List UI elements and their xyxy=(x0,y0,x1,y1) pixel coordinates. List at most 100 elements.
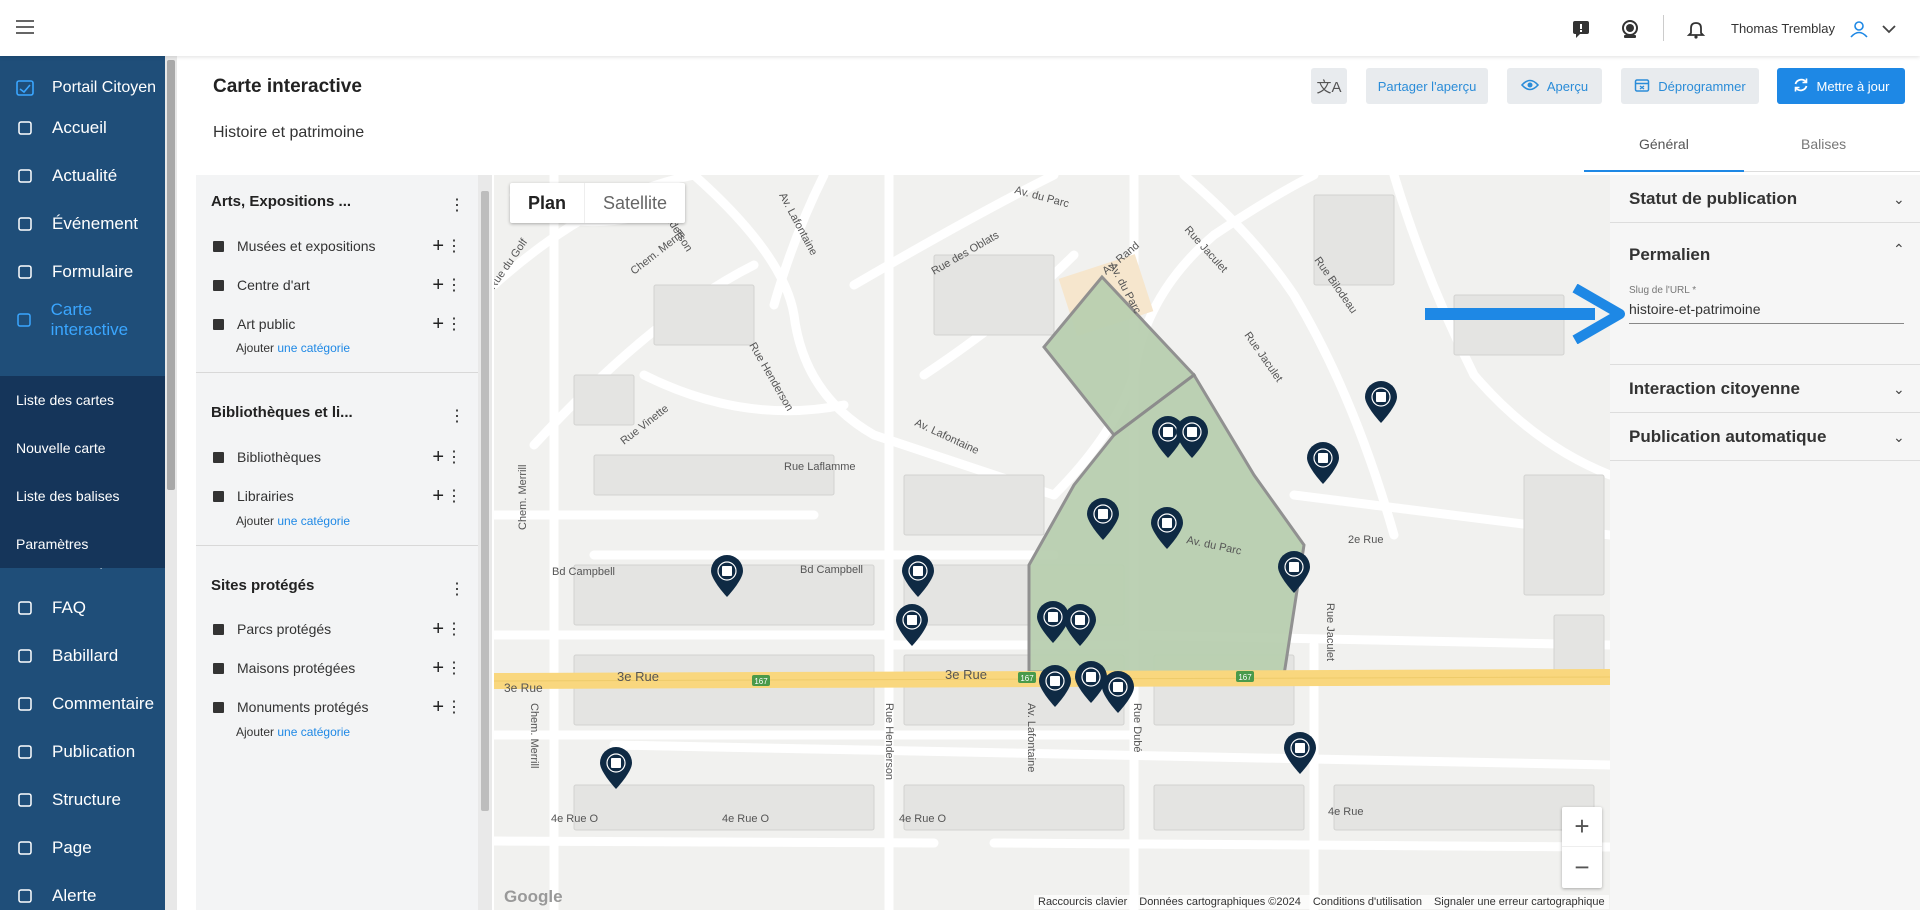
keyboard-shortcuts-link[interactable]: Raccourcis clavier xyxy=(1038,896,1127,908)
user-icon[interactable] xyxy=(1848,18,1870,40)
map-marker-museum-icon[interactable] xyxy=(598,746,634,790)
map-marker-museum-icon[interactable] xyxy=(1276,550,1312,594)
menu-icon[interactable] xyxy=(16,20,34,34)
add-category-link[interactable]: une catégorie xyxy=(277,341,350,355)
category-item[interactable]: Bibliothèques + ⋮ xyxy=(211,445,466,469)
add-tag-button[interactable]: + xyxy=(432,447,444,467)
unschedule-button[interactable]: Déprogrammer xyxy=(1621,68,1759,104)
message-alert-icon[interactable] xyxy=(1571,18,1593,40)
support-agent-icon[interactable] xyxy=(1619,18,1641,40)
category-item-menu-icon[interactable]: ⋮ xyxy=(446,447,462,467)
category-item[interactable]: Musées et expositions + ⋮ xyxy=(211,234,466,258)
tab-tags[interactable]: Balises xyxy=(1801,136,1846,152)
preview-button[interactable]: Aperçu xyxy=(1507,68,1602,104)
sidebar-subitem-0[interactable]: Liste des cartes xyxy=(0,376,165,424)
sidebar-item-carte-interactive[interactable]: Carte interactive xyxy=(0,296,165,344)
sidebar-subitem-3[interactable]: Paramètres xyxy=(0,520,165,568)
map-marker-globe-icon[interactable] xyxy=(1062,603,1098,647)
sidebar-item-page[interactable]: Page xyxy=(0,824,165,872)
add-tag-button[interactable]: + xyxy=(432,486,444,506)
add-category-prefix: Ajouter xyxy=(236,514,275,528)
update-button[interactable]: Mettre à jour xyxy=(1777,68,1905,104)
svg-text:Chem. Merrill: Chem. Merrill xyxy=(528,703,540,768)
category-item-menu-icon[interactable]: ⋮ xyxy=(446,486,462,506)
sidebar-item-actualit-[interactable]: Actualité xyxy=(0,152,165,200)
category-group-menu-icon[interactable]: ⋮ xyxy=(449,195,465,215)
chevron-down-icon[interactable] xyxy=(1878,18,1900,40)
sidebar-item-publication[interactable]: Publication xyxy=(0,728,165,776)
sidebar-brand-label: Portail Citoyen xyxy=(52,79,157,96)
category-item[interactable]: Centre d'art + ⋮ xyxy=(211,273,466,297)
map-marker-music-note-icon[interactable] xyxy=(1085,497,1121,541)
map-marker-easel-icon[interactable] xyxy=(1174,415,1210,459)
category-item-menu-icon[interactable]: ⋮ xyxy=(446,658,462,678)
sidebar-item-commentaire[interactable]: Commentaire xyxy=(0,680,165,728)
add-tag-button[interactable]: + xyxy=(432,314,444,334)
add-tag-button[interactable]: + xyxy=(432,236,444,256)
sidebar-item--v-nement[interactable]: Événement xyxy=(0,200,165,248)
sidebar-item-formulaire[interactable]: Formulaire xyxy=(0,248,165,296)
categories-scrollbar[interactable] xyxy=(478,175,492,910)
svg-text:4e Rue O: 4e Rue O xyxy=(899,813,947,825)
map-marker-globe-icon[interactable] xyxy=(1149,506,1185,550)
map-marker-museum-icon[interactable] xyxy=(894,603,930,647)
map-marker-house-icon[interactable] xyxy=(1037,664,1073,708)
svg-text:167: 167 xyxy=(1238,673,1252,682)
tab-general[interactable]: Général xyxy=(1639,136,1689,152)
slug-input[interactable]: histoire-et-patrimoine xyxy=(1629,301,1761,317)
map-marker-easel-icon[interactable] xyxy=(1282,731,1318,775)
svg-text:4e Rue O: 4e Rue O xyxy=(551,813,599,825)
sidebar-item-accueil[interactable]: Accueil xyxy=(0,104,165,152)
bell-icon[interactable] xyxy=(1685,18,1707,40)
add-category-link[interactable]: une catégorie xyxy=(277,725,350,739)
add-tag-button[interactable]: + xyxy=(432,697,444,717)
report-error-link[interactable]: Signaler une erreur cartographique xyxy=(1434,896,1605,908)
category-item-menu-icon[interactable]: ⋮ xyxy=(446,314,462,334)
translate-button[interactable]: 文A xyxy=(1311,68,1347,104)
accordion-publication-status[interactable]: Statut de publication ⌄ xyxy=(1610,175,1920,223)
category-item-menu-icon[interactable]: ⋮ xyxy=(446,275,462,295)
monument-icon xyxy=(211,700,225,714)
sidebar-item-babillard[interactable]: Babillard xyxy=(0,632,165,680)
add-category-link[interactable]: une catégorie xyxy=(277,514,350,528)
map-marker-music-note-icon[interactable] xyxy=(900,554,936,598)
sidebar-subitem-1[interactable]: Nouvelle carte xyxy=(0,424,165,472)
category-item[interactable]: Maisons protégées + ⋮ xyxy=(211,656,466,680)
category-item-menu-icon[interactable]: ⋮ xyxy=(446,236,462,256)
sidebar-scrollbar[interactable] xyxy=(165,56,177,910)
sidebar-item-alerte[interactable]: Alerte xyxy=(0,872,165,910)
category-item[interactable]: Parcs protégés + ⋮ xyxy=(211,617,466,641)
category-item[interactable]: Art public + ⋮ xyxy=(211,312,466,336)
category-item[interactable]: Librairies + ⋮ xyxy=(211,484,466,508)
accordion-auto-publication[interactable]: Publication automatique ⌄ xyxy=(1610,413,1920,461)
map-type-plan[interactable]: Plan xyxy=(510,183,584,223)
sidebar-item-faq[interactable]: FAQ xyxy=(0,584,165,632)
zoom-out-button[interactable]: − xyxy=(1562,847,1602,887)
map-marker-house-icon[interactable] xyxy=(1305,441,1341,485)
map-type-toggle[interactable]: Plan Satellite xyxy=(510,183,686,223)
board-icon xyxy=(16,647,34,665)
sidebar-item-structure[interactable]: Structure xyxy=(0,776,165,824)
category-item-label: Monuments protégés xyxy=(237,699,369,715)
category-item-menu-icon[interactable]: ⋮ xyxy=(446,619,462,639)
dashboard-icon xyxy=(16,119,34,137)
category-group-menu-icon[interactable]: ⋮ xyxy=(449,579,465,599)
add-tag-button[interactable]: + xyxy=(432,619,444,639)
sidebar-subitem-2[interactable]: Liste des balises xyxy=(0,472,165,520)
category-item-menu-icon[interactable]: ⋮ xyxy=(446,697,462,717)
add-tag-button[interactable]: + xyxy=(432,275,444,295)
map-marker-book-icon[interactable] xyxy=(1363,380,1399,424)
category-item-label: Bibliothèques xyxy=(237,449,322,465)
map-type-satellite[interactable]: Satellite xyxy=(584,183,685,223)
accordion-citizen-interaction[interactable]: Interaction citoyenne ⌄ xyxy=(1610,365,1920,413)
share-preview-button[interactable]: Partager l'aperçu xyxy=(1366,68,1488,104)
category-group-menu-icon[interactable]: ⋮ xyxy=(449,406,465,426)
add-tag-button[interactable]: + xyxy=(432,658,444,678)
map-marker-book-icon[interactable] xyxy=(1100,670,1136,714)
map-marker-book-icon[interactable] xyxy=(709,554,745,598)
zoom-in-button[interactable]: + xyxy=(1562,807,1602,847)
category-item[interactable]: Monuments protégés + ⋮ xyxy=(211,695,466,719)
terms-link[interactable]: Conditions d'utilisation xyxy=(1313,896,1422,908)
category-divider xyxy=(196,372,478,373)
user-name[interactable]: Thomas Tremblay xyxy=(1731,21,1835,36)
